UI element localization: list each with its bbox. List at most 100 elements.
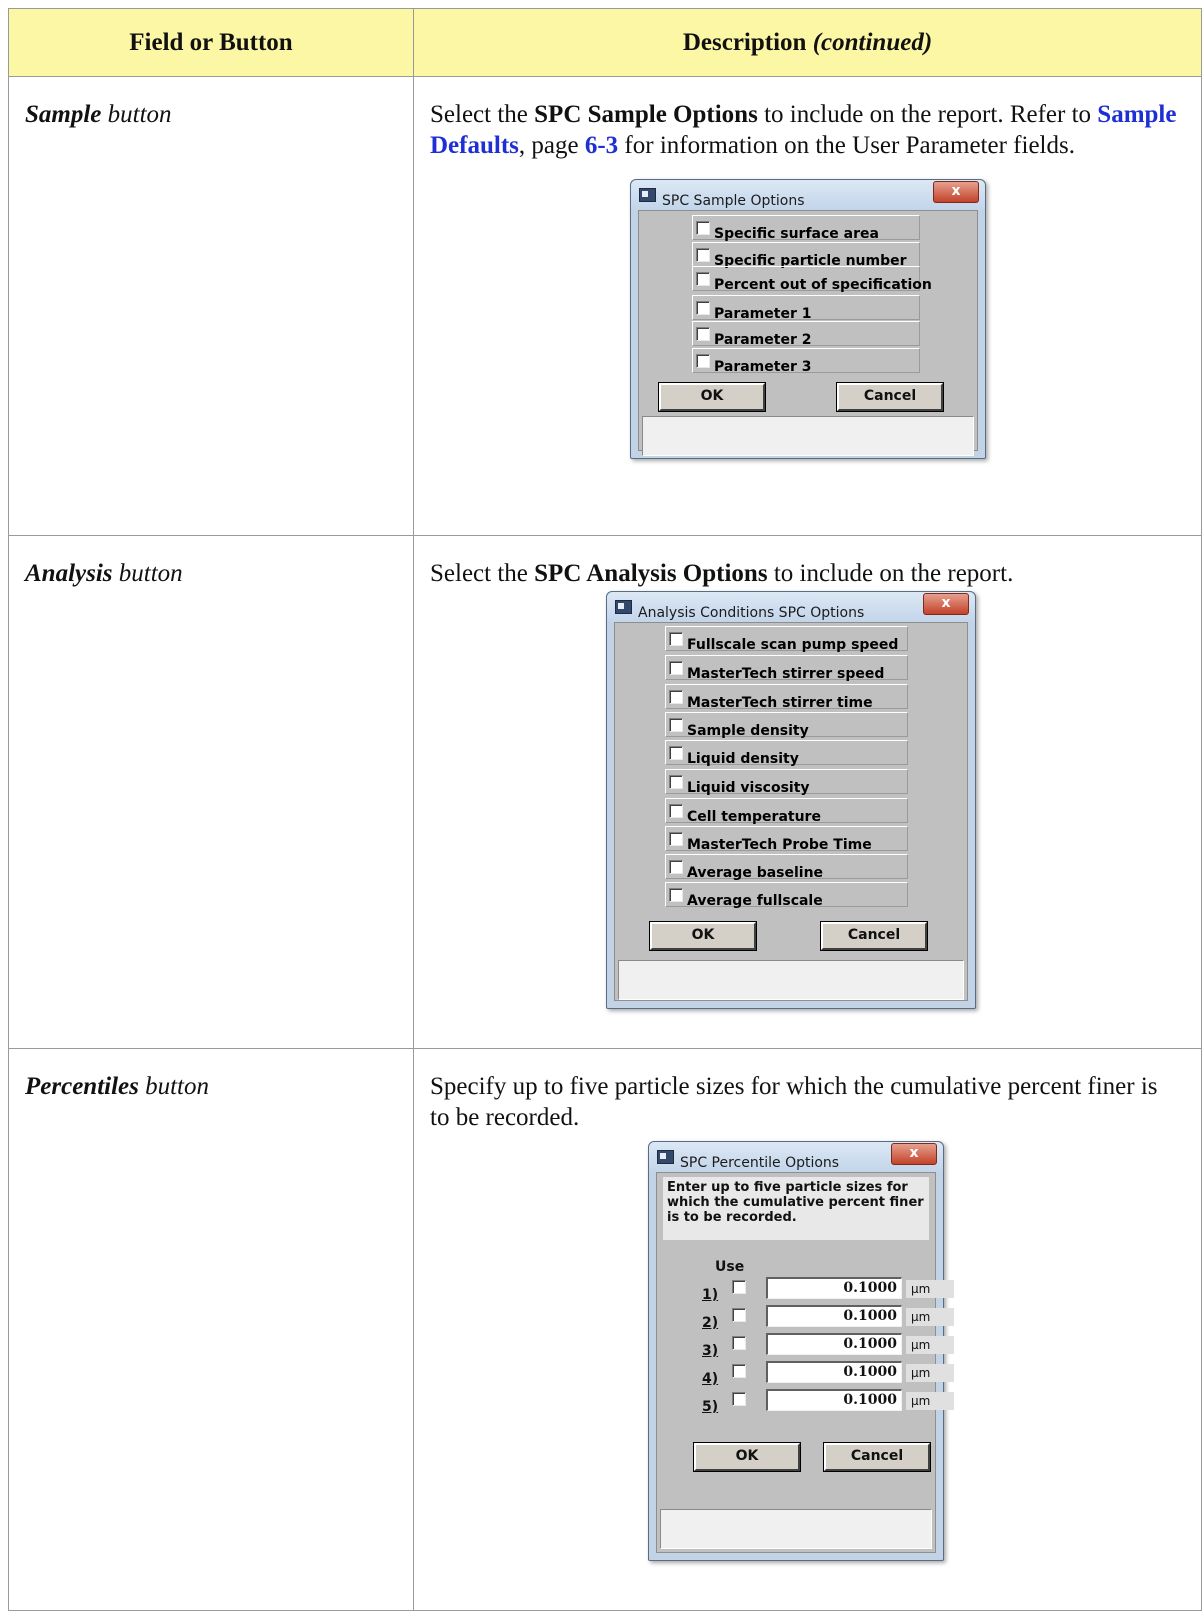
cancel-button[interactable]: Cancel: [820, 921, 928, 951]
ok-button[interactable]: OK: [693, 1442, 801, 1472]
checkbox[interactable]: [669, 718, 683, 732]
header-description: Description (continued): [413, 8, 1202, 77]
description-text: Select the SPC Sample Options to include…: [430, 99, 1183, 161]
dialog-body: Specific surface area Specific particle …: [638, 210, 978, 456]
checkbox[interactable]: [669, 690, 683, 704]
desc-emphasis: SPC Analysis Options: [534, 560, 768, 587]
option-specific-surface-area[interactable]: Specific surface area: [692, 215, 920, 242]
dialog-body: Fullscale scan pump speed MasterTech sti…: [614, 622, 968, 1001]
cancel-button[interactable]: Cancel: [823, 1442, 931, 1472]
checkbox[interactable]: [696, 327, 710, 341]
field-name: Sample: [25, 101, 102, 128]
checkbox[interactable]: [669, 860, 683, 874]
header-description-text: Description: [682, 28, 813, 56]
status-bar: [642, 416, 974, 456]
option-liquid-density[interactable]: Liquid density: [665, 740, 908, 767]
row-number: 5): [702, 1399, 719, 1415]
checkbox[interactable]: [669, 832, 683, 846]
desc-text: Select the: [430, 101, 535, 128]
dialog-titlebar: Analysis Conditions SPC Options x: [607, 592, 975, 622]
field-type: button: [101, 101, 172, 128]
close-icon[interactable]: x: [933, 181, 979, 203]
unit-label: µm: [906, 1308, 954, 1326]
dialog-titlebar: SPC Percentile Options x: [649, 1142, 943, 1172]
spc-percentile-options-dialog: SPC Percentile Options x Enter up to fiv…: [648, 1141, 954, 1561]
checkbox[interactable]: [669, 775, 683, 789]
table-row: Percentiles button Specify up to five pa…: [8, 1048, 1202, 1611]
desc-text: to include on the report.: [767, 560, 1014, 587]
field-cell: Percentiles button: [8, 1048, 414, 1611]
percentile-row: 2) 0.1000 µm: [702, 1305, 962, 1331]
option-parameter-3[interactable]: Parameter 3: [692, 348, 920, 375]
checkbox[interactable]: [696, 221, 710, 235]
field-type: button: [112, 560, 183, 587]
particle-size-input[interactable]: 0.1000: [766, 1389, 902, 1411]
close-icon[interactable]: x: [891, 1143, 937, 1165]
percentile-row: 3) 0.1000 µm: [702, 1333, 962, 1359]
option-average-baseline[interactable]: Average baseline: [665, 854, 908, 881]
option-fullscale-scan-pump-speed[interactable]: Fullscale scan pump speed: [665, 626, 908, 653]
desc-text: to include on the report. Refer to: [757, 101, 1098, 128]
ok-button[interactable]: OK: [649, 921, 757, 951]
use-checkbox[interactable]: [732, 1336, 746, 1350]
use-checkbox[interactable]: [732, 1308, 746, 1322]
checkbox[interactable]: [696, 272, 710, 286]
checkbox[interactable]: [696, 301, 710, 315]
percentile-row: 5) 0.1000 µm: [702, 1389, 962, 1415]
dialog-body: Enter up to five particle sizes for whic…: [656, 1172, 954, 1553]
app-icon: [639, 188, 656, 202]
option-specific-particle-number[interactable]: Specific particle number: [692, 242, 920, 269]
use-checkbox[interactable]: [732, 1364, 746, 1378]
option-parameter-2[interactable]: Parameter 2: [692, 321, 920, 348]
checkbox[interactable]: [696, 248, 710, 262]
description-cell: Select the SPC Analysis Options to inclu…: [413, 535, 1202, 1049]
header-continued: (continued): [812, 28, 933, 56]
table-header-row: Field or Button Description (continued): [8, 8, 1202, 77]
field-name: Analysis: [25, 560, 113, 587]
option-cell-temperature[interactable]: Cell temperature: [665, 798, 908, 825]
option-mastertech-probe-time[interactable]: MasterTech Probe Time: [665, 826, 908, 853]
percentile-row: 1) 0.1000 µm: [702, 1277, 962, 1303]
option-percent-out-of-spec[interactable]: Percent out of specification: [692, 266, 932, 293]
checkbox[interactable]: [669, 888, 683, 902]
header-field-or-button: Field or Button: [8, 8, 414, 77]
checkbox[interactable]: [669, 661, 683, 675]
desc-text: Select the: [430, 560, 535, 587]
option-parameter-1[interactable]: Parameter 1: [692, 295, 920, 322]
option-liquid-viscosity[interactable]: Liquid viscosity: [665, 769, 908, 796]
particle-size-input[interactable]: 0.1000: [766, 1305, 902, 1327]
particle-size-input[interactable]: 0.1000: [766, 1277, 902, 1299]
app-icon: [657, 1150, 674, 1164]
field-cell: Sample button: [8, 76, 414, 536]
instructions-text: Enter up to five particle sizes for whic…: [663, 1177, 929, 1240]
particle-size-input[interactable]: 0.1000: [766, 1361, 902, 1383]
checkbox[interactable]: [669, 746, 683, 760]
desc-text: for information on the User Parameter fi…: [618, 132, 1075, 159]
checkbox[interactable]: [669, 804, 683, 818]
use-checkbox[interactable]: [732, 1392, 746, 1406]
close-icon[interactable]: x: [923, 593, 969, 615]
unit-label: µm: [906, 1336, 954, 1354]
checkbox[interactable]: [669, 632, 683, 646]
cancel-button[interactable]: Cancel: [836, 382, 944, 412]
field-cell: Analysis button: [8, 535, 414, 1049]
table-row: Sample button Select the SPC Sample Opti…: [8, 76, 1202, 536]
description-cell: Specify up to five particle sizes for wh…: [413, 1048, 1202, 1611]
unit-label: µm: [906, 1392, 954, 1410]
option-mastertech-stirrer-time[interactable]: MasterTech stirrer time: [665, 684, 908, 711]
field-name: Percentiles: [25, 1073, 139, 1100]
analysis-conditions-spc-options-dialog: Analysis Conditions SPC Options x Fullsc…: [606, 591, 976, 1009]
checkbox[interactable]: [696, 354, 710, 368]
particle-size-input[interactable]: 0.1000: [766, 1333, 902, 1355]
page-link[interactable]: 6-3: [585, 132, 618, 159]
app-icon: [615, 600, 632, 614]
option-mastertech-stirrer-speed[interactable]: MasterTech stirrer speed: [665, 655, 908, 682]
option-label: Parameter 3: [714, 359, 812, 375]
description-text: Specify up to five particle sizes for wh…: [430, 1073, 1158, 1131]
status-bar: [618, 960, 964, 1000]
description-cell: Select the SPC Sample Options to include…: [413, 76, 1202, 536]
option-sample-density[interactable]: Sample density: [665, 712, 908, 739]
ok-button[interactable]: OK: [658, 382, 766, 412]
use-checkbox[interactable]: [732, 1280, 746, 1294]
option-average-fullscale[interactable]: Average fullscale: [665, 882, 908, 909]
